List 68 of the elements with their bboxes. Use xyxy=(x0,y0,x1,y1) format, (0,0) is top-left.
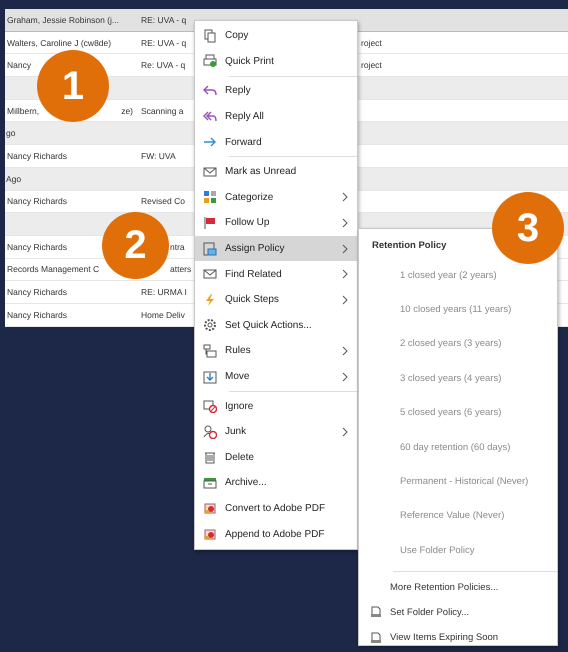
pdf-icon xyxy=(203,501,217,516)
menu-item[interactable]: Copy xyxy=(195,23,357,49)
subject-text: FW: UVA xyxy=(141,150,176,161)
subject-text: Re: UVA - q xyxy=(141,60,186,70)
subject-text: roject xyxy=(361,38,382,48)
menu-item[interactable]: Quick Steps xyxy=(195,286,357,313)
printer-icon xyxy=(203,54,217,68)
menu-item[interactable]: Convert to Adobe PDF xyxy=(195,496,357,522)
sender-text: ze) xyxy=(121,106,133,116)
menu-item[interactable]: Reply All xyxy=(195,104,357,130)
submenu-action[interactable]: Set Folder Policy... xyxy=(359,600,557,626)
menu-item[interactable]: Append to Adobe PDF xyxy=(195,521,357,547)
menu-item[interactable]: Archive... xyxy=(195,470,357,496)
menu-item[interactable]: Move xyxy=(195,364,357,390)
junk-icon xyxy=(203,424,217,439)
sender-text: Graham, Jessie Robinson (j... xyxy=(7,14,119,25)
subject-text: atters xyxy=(170,264,192,274)
flag-icon xyxy=(203,216,217,230)
document-icon xyxy=(370,606,382,618)
subject-text: Home Deliv xyxy=(141,310,185,320)
gear-icon xyxy=(203,318,217,332)
menu-item[interactable]: Find Related xyxy=(195,261,357,287)
subject-text: Scanning a xyxy=(141,106,184,116)
subject-text: ntra xyxy=(170,242,185,252)
sender-text: Records Management C xyxy=(7,264,100,274)
sender-text: Nancy Richards xyxy=(7,310,67,320)
rules-icon xyxy=(203,344,217,358)
pdf-icon xyxy=(203,527,217,542)
category-grid-icon xyxy=(203,190,217,204)
archive-icon xyxy=(203,476,217,490)
menu-item[interactable]: Rules xyxy=(195,338,357,364)
sender-text: Nancy Richards xyxy=(7,287,67,298)
subject-text: RE: UVA - q xyxy=(141,14,186,25)
group-label: Ago xyxy=(6,174,22,184)
menu-item[interactable]: Reply xyxy=(195,78,357,104)
move-icon xyxy=(203,370,217,384)
sender-text: Walters, Caroline J (cw8de) xyxy=(7,38,112,48)
menu-item[interactable]: Categorize xyxy=(195,184,357,210)
subject-text: Revised Co xyxy=(141,196,185,206)
envelope-icon xyxy=(203,164,217,179)
submenu-title: Retention Policy xyxy=(371,238,448,252)
group-label: go xyxy=(6,128,16,138)
sender-text: Nancy Richards xyxy=(7,196,67,206)
reply-all-icon xyxy=(203,110,217,124)
policy-icon xyxy=(203,242,217,256)
menu-item[interactable]: Follow Up xyxy=(195,210,357,236)
menu-item[interactable]: Delete xyxy=(195,444,357,470)
copy-icon xyxy=(203,28,217,43)
ignore-icon xyxy=(203,399,217,414)
sender-text: Nancy xyxy=(7,60,32,70)
subject-text: RE: UVA - q xyxy=(141,38,186,48)
menu-item[interactable]: Set Quick Actions... xyxy=(195,312,357,338)
submenu-action[interactable]: View Items Expiring Soon xyxy=(359,625,557,650)
envelope-icon xyxy=(203,267,217,282)
menu-item[interactable]: Ignore xyxy=(195,393,357,419)
lightning-icon xyxy=(203,292,217,307)
sender-text: Nancy Richards xyxy=(7,242,67,252)
submenu-action[interactable]: More Retention Policies... xyxy=(359,574,557,600)
document-icon xyxy=(370,632,382,644)
subject-text: RE: URMA I xyxy=(141,287,187,298)
menu-item[interactable]: Junk xyxy=(195,418,357,444)
sender-text: Millbern, xyxy=(7,106,40,116)
reply-icon xyxy=(203,84,217,98)
trash-icon xyxy=(203,450,217,464)
subject-text: roject xyxy=(361,60,382,70)
menu-item[interactable]: Quick Print xyxy=(195,48,357,74)
sender-text: Nancy Richards xyxy=(7,150,67,161)
menu-item[interactable]: Assign Policy xyxy=(195,236,357,262)
